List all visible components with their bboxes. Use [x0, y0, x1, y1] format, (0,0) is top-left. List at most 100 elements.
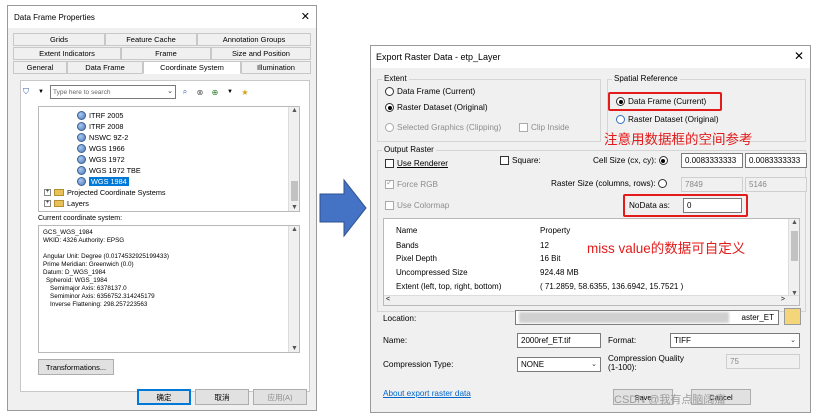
- tree-item[interactable]: ITRF 2005: [77, 110, 123, 120]
- rows-input[interactable]: 5146: [745, 177, 807, 192]
- tree-folder[interactable]: + Projected Coordinate Systems: [44, 187, 166, 197]
- tree-folder[interactable]: + Layers: [44, 198, 89, 208]
- scroll-thumb[interactable]: [291, 181, 298, 201]
- tab-size-and-position[interactable]: Size and Position: [211, 47, 311, 60]
- tab-frame[interactable]: Frame: [121, 47, 211, 60]
- extent-option-selected-graphics[interactable]: Selected Graphics (Clipping): [385, 123, 501, 133]
- scroll-up-icon[interactable]: ▲: [290, 107, 299, 114]
- globe-icon: [77, 132, 86, 142]
- scroll-up-icon[interactable]: ▲: [290, 226, 299, 233]
- square-checkbox[interactable]: Square:: [500, 156, 541, 166]
- tab-general[interactable]: General: [13, 61, 67, 74]
- radio-selected-icon[interactable]: [385, 103, 394, 113]
- scroll-right-icon[interactable]: >: [781, 296, 785, 303]
- checkbox-icon[interactable]: [500, 156, 509, 166]
- tree-scrollbar[interactable]: ▲ ▼: [288, 107, 299, 211]
- tree-item-selected[interactable]: WGS 1984: [77, 176, 129, 186]
- transformations-button[interactable]: Transformations...: [38, 359, 114, 375]
- checkbox-icon[interactable]: [519, 123, 528, 133]
- tab-feature-cache[interactable]: Feature Cache: [105, 33, 197, 46]
- checkbox-label: Use Renderer: [397, 159, 448, 168]
- force-rgb-checkbox[interactable]: Force RGB: [385, 178, 438, 190]
- chevron-down-icon[interactable]: ▼: [224, 86, 236, 98]
- clip-inside-checkbox[interactable]: Clip Inside: [519, 123, 569, 133]
- radio-icon[interactable]: [385, 123, 394, 133]
- cell-size-x-input[interactable]: 0.0083333333: [681, 153, 743, 168]
- close-icon[interactable]: ✕: [301, 10, 310, 23]
- tree-item-label: WGS 1984: [89, 176, 129, 186]
- star-icon[interactable]: ★: [239, 86, 251, 98]
- tree-item[interactable]: WGS 1972: [77, 154, 125, 164]
- search-input[interactable]: Type here to search ⌄: [50, 85, 176, 99]
- clear-search-icon[interactable]: ⊗: [194, 86, 206, 98]
- tree-item-label: WGS 1972 TBE: [89, 165, 141, 175]
- scroll-thumb[interactable]: [791, 231, 798, 261]
- cs-detail-line: WKID: 4326 Authority: EPSG: [43, 237, 125, 244]
- scroll-up-icon[interactable]: ▲: [790, 219, 799, 226]
- scroll-down-icon[interactable]: ▼: [290, 345, 299, 352]
- chevron-down-icon[interactable]: ⌄: [790, 336, 796, 344]
- column-header: Name: [396, 226, 418, 235]
- columns-input[interactable]: 7849: [681, 177, 743, 192]
- chevron-down-icon[interactable]: ⌄: [167, 87, 173, 95]
- chevron-down-icon[interactable]: ⌄: [591, 360, 597, 368]
- format-select[interactable]: TIFF ⌄: [670, 333, 800, 348]
- globe-icon[interactable]: ⊕: [209, 86, 221, 98]
- use-colormap-checkbox[interactable]: Use Colormap: [385, 201, 449, 211]
- compression-type-select[interactable]: NONE ⌄: [517, 357, 601, 372]
- radio-selected-icon[interactable]: [658, 156, 668, 166]
- cs-detail-line: Semiminor Axis: 6356752.314245179: [50, 293, 155, 300]
- radio-icon[interactable]: [385, 87, 394, 97]
- filter-icon[interactable]: ⛉: [20, 86, 32, 98]
- name-input[interactable]: 2000ref_ET.tif: [517, 333, 601, 348]
- tree-item[interactable]: NSWC 9Z-2: [77, 132, 128, 142]
- raster-properties-list[interactable]: Name Property Bands 12 Pixel Depth 16 Bi…: [383, 218, 800, 306]
- props-vscrollbar[interactable]: ▲ ▼: [788, 219, 799, 297]
- cell-size-option[interactable]: Cell Size (cx, cy):: [593, 156, 671, 166]
- details-scrollbar[interactable]: ▲ ▼: [288, 226, 299, 352]
- checkbox-icon[interactable]: [385, 201, 394, 211]
- cs-detail-line: Semimajor Axis: 6378137.0: [50, 285, 127, 292]
- use-renderer-checkbox[interactable]: Use Renderer: [385, 159, 448, 169]
- tab-extent-indicators[interactable]: Extent Indicators: [13, 47, 121, 60]
- tab-illumination[interactable]: Illumination: [241, 61, 311, 74]
- checkbox-checked-icon[interactable]: [385, 178, 394, 190]
- tab-grids[interactable]: Grids: [13, 33, 105, 46]
- property-value: 12: [540, 241, 549, 250]
- tree-item[interactable]: WGS 1972 TBE: [77, 165, 141, 175]
- scroll-left-icon[interactable]: <: [386, 296, 390, 303]
- tree-item[interactable]: ITRF 2008: [77, 121, 123, 131]
- scroll-down-icon[interactable]: ▼: [290, 204, 299, 211]
- props-hscrollbar[interactable]: < >: [384, 295, 799, 305]
- spatial-ref-option-raster-dataset[interactable]: Raster Dataset (Original): [616, 115, 719, 125]
- current-cs-details: GCS_WGS_1984 WKID: 4326 Authority: EPSG …: [38, 225, 300, 353]
- raster-size-label: Raster Size (columns, rows):: [551, 179, 656, 188]
- extent-option-data-frame[interactable]: Data Frame (Current): [385, 87, 475, 97]
- tab-data-frame[interactable]: Data Frame: [67, 61, 143, 74]
- property-name: Uncompressed Size: [396, 268, 468, 277]
- tab-annotation-groups[interactable]: Annotation Groups: [197, 33, 311, 46]
- compression-quality-input[interactable]: 75: [726, 354, 800, 369]
- close-icon[interactable]: ✕: [794, 49, 804, 63]
- raster-size-option[interactable]: Raster Size (columns, rows):: [551, 179, 670, 189]
- open-folder-icon[interactable]: [784, 308, 801, 325]
- search-icon[interactable]: ⌕: [179, 86, 191, 98]
- globe-icon: [77, 110, 86, 120]
- tab-coordinate-system[interactable]: Coordinate System: [143, 61, 241, 74]
- coordinate-system-tree[interactable]: ITRF 2005 ITRF 2008 NSWC 9Z-2 WGS 1966 W…: [38, 106, 300, 212]
- tree-item[interactable]: WGS 1966: [77, 143, 125, 153]
- chevron-down-icon[interactable]: ▼: [35, 86, 47, 98]
- cancel-button[interactable]: 取消: [195, 389, 249, 405]
- column-header: Property: [540, 226, 571, 235]
- radio-icon[interactable]: [657, 179, 667, 189]
- expand-icon[interactable]: +: [44, 199, 51, 207]
- expand-icon[interactable]: +: [44, 188, 51, 196]
- ok-button[interactable]: 确定: [137, 389, 191, 405]
- cell-size-y-input[interactable]: 0.0083333333: [745, 153, 807, 168]
- checkbox-icon[interactable]: [385, 159, 394, 169]
- extent-option-raster-dataset[interactable]: Raster Dataset (Original): [385, 103, 488, 113]
- radio-icon[interactable]: [616, 115, 625, 125]
- apply-button[interactable]: 应用(A): [253, 389, 307, 405]
- about-export-link[interactable]: About export raster data: [383, 389, 471, 398]
- tree-item-label: NSWC 9Z-2: [89, 132, 129, 142]
